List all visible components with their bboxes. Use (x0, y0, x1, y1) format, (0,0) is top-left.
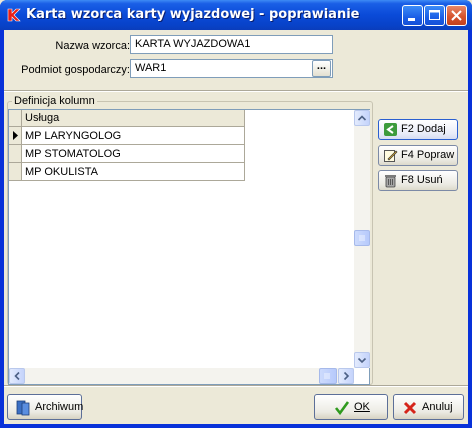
app-logo-icon (7, 8, 21, 22)
separator-bottom (4, 385, 468, 387)
close-window-button[interactable] (446, 5, 467, 26)
row-indicator (9, 127, 22, 145)
horizontal-scroll-thumb[interactable] (319, 368, 337, 384)
scroll-left-button[interactable] (9, 368, 25, 384)
add-icon (384, 123, 397, 136)
horizontal-scrollbar[interactable] (9, 368, 354, 384)
archive-button-label: Archiwum (35, 401, 84, 413)
grip-icon (359, 235, 365, 241)
row-indicator (9, 163, 22, 181)
scroll-up-button[interactable] (354, 110, 370, 126)
minimize-icon (408, 18, 415, 21)
delete-button[interactable]: F8 Usuń (378, 170, 458, 191)
column-header-service[interactable]: Usługa (22, 110, 245, 127)
table-row[interactable]: MP LARYNGOLOG (22, 127, 245, 145)
row-indicator (9, 145, 22, 163)
vertical-scrollbar[interactable] (354, 110, 370, 368)
add-button-label: F2 Dodaj (401, 123, 446, 135)
template-name-input[interactable]: KARTA WYJAZDOWA1 (130, 35, 333, 54)
minimize-button[interactable] (402, 5, 423, 26)
arrow-left-icon (14, 371, 20, 381)
title-bar[interactable]: Karta wzorca karty wyjazdowej - poprawia… (0, 0, 472, 30)
current-row-arrow-icon (13, 131, 18, 140)
arrow-right-icon (343, 371, 350, 381)
dialog-client-area: Nazwa wzorca: KARTA WYJAZDOWA1 Podmiot g… (4, 30, 468, 424)
maximize-icon (429, 10, 440, 20)
arrow-down-icon (357, 357, 367, 364)
archive-icon (16, 400, 30, 416)
window-title: Karta wzorca karty wyjazdowej - poprawia… (26, 7, 360, 22)
columns-legend: Definicja kolumn (12, 95, 97, 107)
dialog-window: Karta wzorca karty wyjazdowej - poprawia… (0, 0, 472, 428)
ok-button[interactable]: OK (314, 394, 388, 420)
template-name-label: Nazwa wzorca: (55, 40, 130, 52)
cancel-button[interactable]: Anuluj (393, 394, 464, 420)
scroll-right-button[interactable] (338, 368, 354, 384)
arrow-up-icon (357, 115, 367, 121)
table-row[interactable]: MP OKULISTA (22, 163, 245, 181)
entity-input[interactable]: WAR1 (130, 59, 333, 78)
maximize-button[interactable] (424, 5, 445, 26)
edit-button-label: F4 Popraw (401, 149, 455, 161)
entity-label: Podmiot gospodarczy: (21, 64, 130, 76)
grid-corner (9, 110, 22, 127)
columns-grid[interactable]: Usługa MP LARYNGOLOG MP STOMATOLOG MP OK… (8, 109, 370, 385)
cancel-x-icon (403, 401, 417, 415)
check-icon (334, 401, 350, 416)
separator-top (4, 90, 468, 92)
trash-icon (385, 175, 396, 188)
delete-button-label: F8 Usuń (401, 174, 443, 186)
ok-button-label: OK (354, 401, 370, 413)
scroll-down-button[interactable] (354, 352, 370, 368)
archive-button[interactable]: Archiwum (7, 394, 84, 420)
edit-button[interactable]: F4 Popraw (378, 145, 458, 166)
vertical-scroll-thumb[interactable] (354, 230, 370, 246)
table-row[interactable]: MP STOMATOLOG (22, 145, 245, 163)
entity-lookup-button[interactable]: ... (312, 60, 331, 77)
close-icon (451, 10, 462, 21)
add-button[interactable]: F2 Dodaj (378, 119, 458, 140)
cancel-button-label: Anuluj (422, 401, 453, 413)
grip-icon (324, 373, 330, 379)
edit-icon (384, 150, 398, 162)
